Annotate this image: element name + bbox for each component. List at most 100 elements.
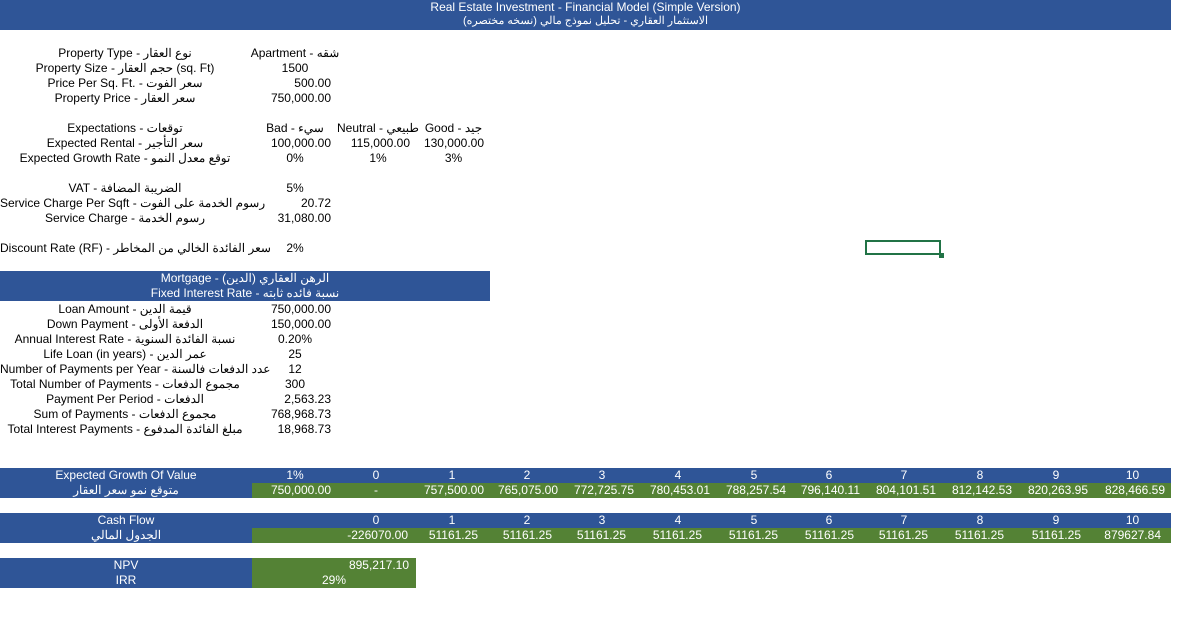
cell-irr-label[interactable]: IRR (0, 573, 252, 588)
cell-price-per-sqft-value[interactable]: 500.00 (250, 76, 331, 91)
cell-growth-table-rate[interactable]: 1% (252, 468, 338, 483)
cell-cashflow-year[interactable]: 1 (414, 513, 490, 528)
cell-npv-label[interactable]: NPV (0, 558, 252, 573)
cell-discount-rate-value[interactable]: 2% (250, 241, 340, 256)
cell-vat-value[interactable]: 5% (250, 181, 340, 196)
cell-cashflow-year[interactable]: 6 (792, 513, 866, 528)
cell-expected-rental-label[interactable]: Expected Rental - سعر التأجير (0, 136, 250, 151)
cell-growth-value[interactable]: 788,257.54 (716, 483, 786, 498)
cell-cashflow-value[interactable]: 51161.25 (490, 528, 552, 543)
cell-growth-bad[interactable]: 0% (250, 151, 340, 166)
cell-expectation-bad[interactable]: Bad - سيء (250, 121, 340, 136)
cell-down-payment-label[interactable]: Down Payment - الدفعة الأولى (0, 317, 250, 332)
cell-property-size-value[interactable]: 1500 (250, 61, 340, 76)
cell-npv-value[interactable]: 895,217.10 (252, 558, 409, 573)
cell-property-type-value[interactable]: Apartment - شقه (250, 46, 340, 61)
cell-down-payment-value[interactable]: 150,000.00 (250, 317, 331, 332)
cell-cashflow-value[interactable]: 51161.25 (866, 528, 928, 543)
cell-life-loan-value[interactable]: 25 (250, 347, 340, 362)
cell-growth-value[interactable]: 780,453.01 (640, 483, 710, 498)
cell-total-interest-value[interactable]: 18,968.73 (250, 422, 331, 437)
cell-payments-per-year-value[interactable]: 12 (250, 362, 340, 377)
cell-growth-year[interactable]: 8 (942, 468, 1018, 483)
cell-cashflow-year[interactable]: 2 (490, 513, 564, 528)
active-cell-selection[interactable] (865, 240, 941, 255)
cell-life-loan-label[interactable]: Life Loan (in years) - عمر الدين (0, 347, 250, 362)
cell-irr-value[interactable]: 29% (252, 573, 416, 588)
cell-rental-bad[interactable]: 100,000.00 (250, 136, 331, 151)
cell-expectations-label[interactable]: Expectations - توقعات (0, 121, 250, 136)
cell-cashflow-year[interactable]: 7 (866, 513, 942, 528)
cell-growth-year[interactable]: 6 (792, 468, 866, 483)
cell-growth-value[interactable]: - (338, 483, 414, 498)
cell-growth-year[interactable]: 5 (716, 468, 792, 483)
cell-growth-value[interactable]: 828,466.59 (1094, 483, 1165, 498)
cell-cashflow-year[interactable]: 5 (716, 513, 792, 528)
cell-growth-value[interactable]: 757,500.00 (414, 483, 484, 498)
cell-growth-year[interactable]: 4 (640, 468, 716, 483)
cell-cashflow-label-ar[interactable]: الجدول المالي (0, 528, 252, 543)
fill-handle[interactable] (939, 253, 944, 258)
cell-rental-neutral[interactable]: 115,000.00 (331, 136, 410, 151)
cell-property-type-label[interactable]: Property Type - نوع العقار (0, 46, 250, 61)
cell-growth-neutral[interactable]: 1% (337, 151, 419, 166)
cell-growth-table-base[interactable]: 750,000.00 (252, 483, 331, 498)
cell-growth-value[interactable]: 796,140.11 (792, 483, 860, 498)
cell-total-payments-value[interactable]: 300 (250, 377, 340, 392)
cell-cashflow-value[interactable]: 51161.25 (942, 528, 1004, 543)
cell-price-per-sqft-label[interactable]: Price Per Sq. Ft. - سعر الفوت (0, 76, 250, 91)
cell-payment-per-period-value[interactable]: 2,563.23 (250, 392, 331, 407)
cell-payment-per-period-label[interactable]: Payment Per Period - الدفعات (0, 392, 250, 407)
cell-cashflow-year[interactable]: 9 (1018, 513, 1094, 528)
cell-expectation-neutral[interactable]: Neutral - طبيعي (337, 121, 419, 136)
cell-property-price-value[interactable]: 750,000.00 (250, 91, 331, 106)
cell-growth-year[interactable]: 3 (564, 468, 640, 483)
cell-interest-rate-label[interactable]: Annual Interest Rate - نسبة الفائدة السن… (0, 332, 250, 347)
cell-growth-year[interactable]: 2 (490, 468, 564, 483)
cell-cashflow-value[interactable]: 879627.84 (1094, 528, 1161, 543)
cell-service-per-sqft-value[interactable]: 20.72 (250, 196, 331, 211)
cell-cashflow-value[interactable]: 51161.25 (1018, 528, 1081, 543)
cell-property-size-label[interactable]: Property Size - حجم العقار (sq. Ft) (0, 61, 250, 76)
cell-growth-year[interactable]: 7 (866, 468, 942, 483)
cell-growth-value[interactable]: 812,142.53 (942, 483, 1012, 498)
cell-cashflow-year[interactable]: 3 (564, 513, 640, 528)
cell-sum-of-payments-value[interactable]: 768,968.73 (250, 407, 331, 422)
cell-growth-rate-label[interactable]: Expected Growth Rate - توقع معدل النمو (0, 151, 250, 166)
cell-rental-good[interactable]: 130,000.00 (410, 136, 484, 151)
cell-cashflow-value[interactable]: 51161.25 (792, 528, 854, 543)
cell-cashflow-value[interactable]: 51161.25 (716, 528, 778, 543)
cell-service-charge-value[interactable]: 31,080.00 (250, 211, 331, 226)
cell-loan-amount-value[interactable]: 750,000.00 (250, 302, 331, 317)
cell-interest-rate-value[interactable]: 0.20% (250, 332, 340, 347)
cell-loan-amount-label[interactable]: Loan Amount - قيمة الدين (0, 302, 250, 317)
cell-cashflow-label[interactable]: Cash Flow (0, 513, 252, 528)
cell-property-price-label[interactable]: Property Price - سعر العقار (0, 91, 250, 106)
cell-growth-year[interactable]: 10 (1094, 468, 1171, 483)
cell-cashflow-year[interactable]: 10 (1094, 513, 1171, 528)
cell-service-per-sqft-label[interactable]: Service Charge Per Sqft - رسوم الخدمة عل… (0, 196, 265, 211)
cell-cashflow-year[interactable]: 4 (640, 513, 716, 528)
cell-payments-per-year-label[interactable]: Number of Payments per Year - عدد الدفعا… (0, 362, 270, 377)
cell-growth-year[interactable]: 1 (414, 468, 490, 483)
cell-discount-rate-label[interactable]: Discount Rate (RF) - سعر الفائدة الخالي … (0, 241, 271, 256)
cell-cashflow-year[interactable]: 0 (338, 513, 414, 528)
cell-cashflow-year[interactable]: 8 (942, 513, 1018, 528)
cell-growth-year[interactable]: 0 (338, 468, 414, 483)
cell-growth-year[interactable]: 9 (1018, 468, 1094, 483)
cell-cashflow-value[interactable]: 51161.25 (564, 528, 626, 543)
cell-vat-label[interactable]: VAT - الضريبة المضافة (0, 181, 250, 196)
cell-total-interest-label[interactable]: Total Interest Payments - مبلغ الفائدة ا… (0, 422, 250, 437)
cell-cashflow-value[interactable]: -226070.00 (320, 528, 408, 543)
cell-growth-value[interactable]: 820,263.95 (1018, 483, 1088, 498)
cell-growth-good[interactable]: 3% (417, 151, 490, 166)
cell-total-payments-label[interactable]: Total Number of Payments - مجموع الدفعات (0, 377, 250, 392)
cell-growth-table-label-ar[interactable]: متوقع نمو سعر العقار (0, 483, 252, 498)
cell-growth-value[interactable]: 804,101.51 (866, 483, 936, 498)
cell-cashflow-value[interactable]: 51161.25 (414, 528, 478, 543)
cell-cashflow-value[interactable]: 51161.25 (640, 528, 702, 543)
cell-sum-of-payments-label[interactable]: Sum of Payments - مجموع الدفعات (0, 407, 250, 422)
cell-growth-table-label[interactable]: Expected Growth Of Value (0, 468, 252, 483)
cell-growth-value[interactable]: 772,725.75 (564, 483, 634, 498)
cell-expectation-good[interactable]: Good - جيد (417, 121, 490, 136)
